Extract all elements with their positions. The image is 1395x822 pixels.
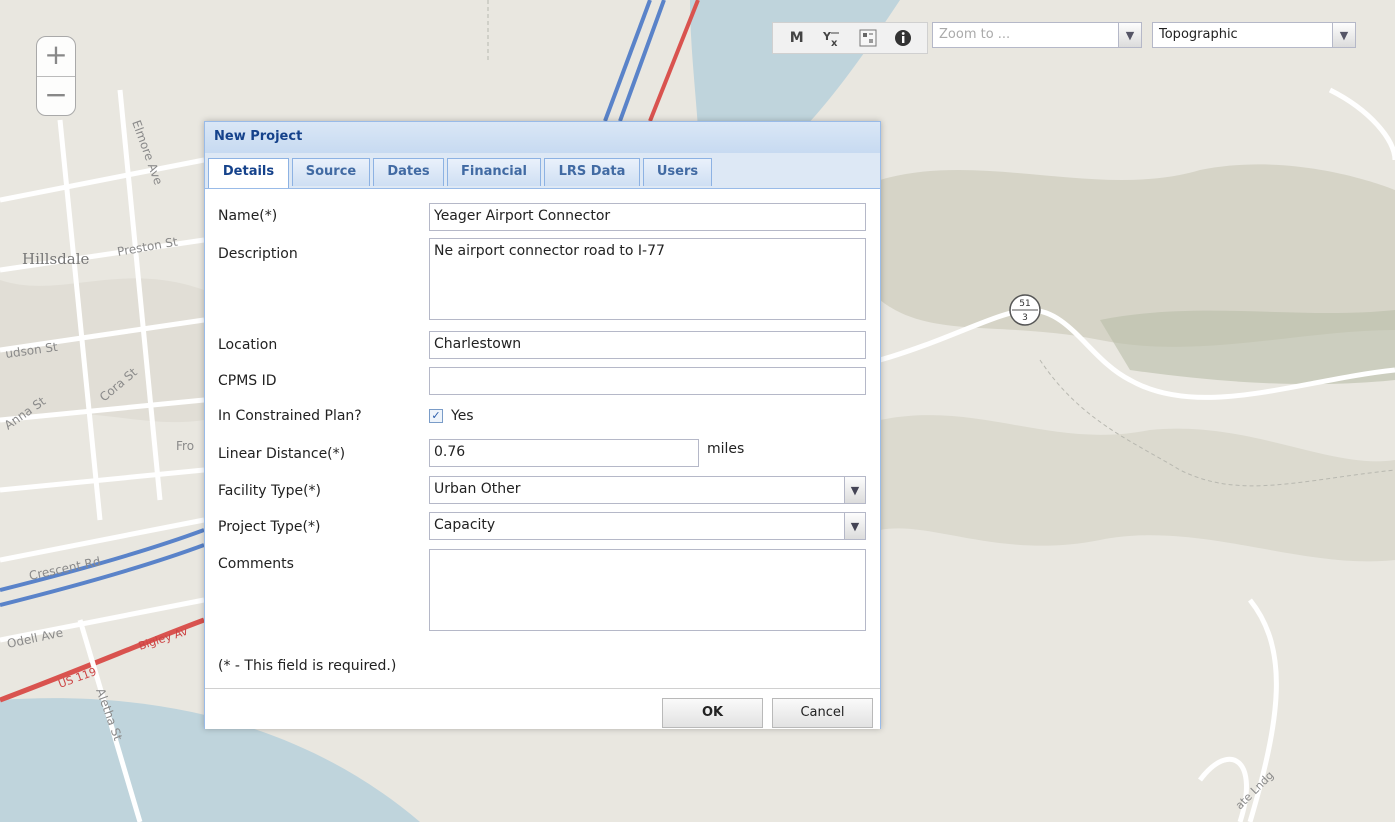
required-note: (* - This field is required.)	[218, 658, 397, 674]
map-label-hillsdale: Hillsdale	[22, 250, 90, 268]
new-project-dialog: New Project Details Source Dates Financi…	[204, 121, 881, 729]
map-toolbar: M Yx	[772, 22, 928, 54]
ok-button[interactable]: OK	[662, 698, 763, 728]
zoom-in-button[interactable]: +	[37, 37, 75, 77]
tab-financial[interactable]: Financial	[447, 158, 541, 186]
facility-type-value: Urban Other	[434, 481, 521, 497]
constrained-plan-checkbox[interactable]: ✓	[429, 409, 443, 423]
svg-text:x: x	[831, 38, 838, 47]
info-icon[interactable]	[890, 26, 916, 50]
linear-distance-label: Linear Distance(*)	[218, 446, 346, 462]
chevron-down-icon[interactable]: ▼	[1118, 23, 1141, 47]
comments-label: Comments	[218, 556, 294, 572]
tab-source[interactable]: Source	[292, 158, 370, 186]
project-type-select[interactable]: Capacity ▼	[429, 512, 866, 540]
chevron-down-icon[interactable]: ▼	[844, 477, 865, 503]
project-type-value: Capacity	[434, 517, 496, 533]
route-shield-icon: 51 3	[1009, 294, 1041, 326]
name-label: Name(*)	[218, 208, 278, 224]
legend-icon[interactable]	[855, 26, 881, 50]
description-label: Description	[218, 246, 298, 262]
route-shield-bottom: 3	[1022, 313, 1028, 323]
tab-dates[interactable]: Dates	[373, 158, 444, 186]
tab-details[interactable]: Details	[208, 158, 289, 188]
zoom-out-button[interactable]: −	[37, 77, 75, 116]
name-field[interactable]: Yeager Airport Connector	[429, 203, 866, 231]
location-label: Location	[218, 337, 278, 353]
map-label-fro: Fro	[176, 439, 194, 453]
coordinates-icon[interactable]: Yx	[819, 26, 845, 50]
zoom-to-placeholder: Zoom to ...	[939, 27, 1011, 42]
measure-button[interactable]: M	[784, 26, 810, 50]
dialog-header[interactable]: New Project	[205, 122, 880, 154]
facility-type-label: Facility Type(*)	[218, 483, 322, 499]
distance-unit: miles	[707, 441, 745, 457]
cancel-button[interactable]: Cancel	[772, 698, 873, 728]
comments-field[interactable]	[429, 549, 866, 631]
tab-lrs-data[interactable]: LRS Data	[544, 158, 640, 186]
details-form: Name(*) Yeager Airport Connector Descrip…	[205, 189, 880, 689]
zoom-control: + −	[36, 36, 76, 116]
chevron-down-icon[interactable]: ▼	[844, 513, 865, 539]
zoom-to-combo[interactable]: Zoom to ... ▼	[932, 22, 1142, 48]
linear-distance-field[interactable]: 0.76	[429, 439, 699, 467]
basemap-combo[interactable]: Topographic ▼	[1152, 22, 1356, 48]
cpms-id-field[interactable]	[429, 367, 866, 395]
facility-type-select[interactable]: Urban Other ▼	[429, 476, 866, 504]
constrained-plan-yes-label: Yes	[451, 408, 474, 424]
constrained-plan-label: In Constrained Plan?	[218, 408, 362, 424]
location-field[interactable]: Charlestown	[429, 331, 866, 359]
chevron-down-icon[interactable]: ▼	[1332, 23, 1355, 47]
description-field[interactable]: Ne airport connector road to I-77	[429, 238, 866, 320]
dialog-footer: OK Cancel	[205, 688, 880, 729]
route-shield-top: 51	[1019, 299, 1030, 309]
dialog-title: New Project	[214, 129, 303, 144]
tab-users[interactable]: Users	[643, 158, 712, 186]
tab-bar: Details Source Dates Financial LRS Data …	[205, 153, 880, 189]
project-type-label: Project Type(*)	[218, 519, 321, 535]
basemap-value: Topographic	[1159, 27, 1238, 42]
cpms-id-label: CPMS ID	[218, 373, 277, 389]
